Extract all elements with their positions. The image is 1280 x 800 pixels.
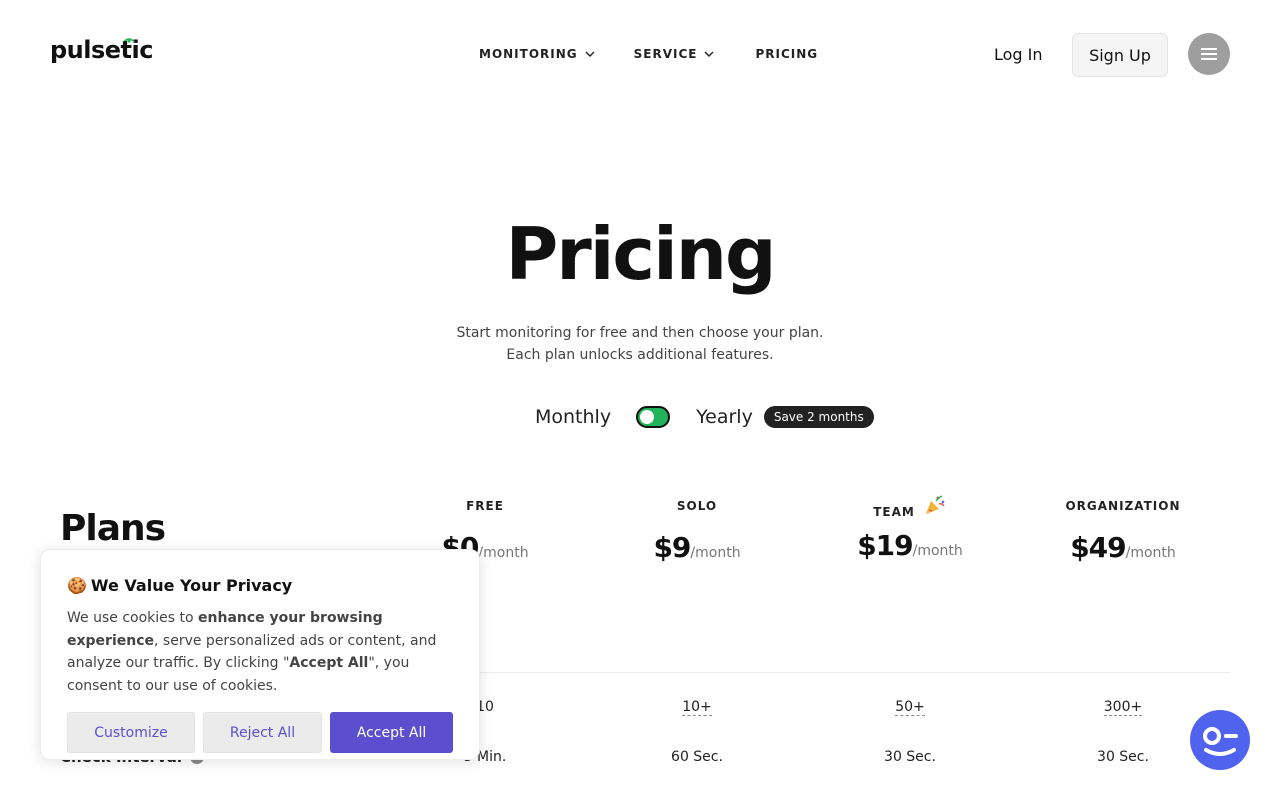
plan-name-wrap: TEAM [810,495,1010,521]
reject-all-button[interactable]: Reject All [202,712,322,753]
price-amount: $49 [1070,531,1126,564]
price-period: /month [690,545,741,561]
plan-price: $9 /month [597,531,797,564]
page-subtitle: Start monitoring for free and then choos… [0,322,1280,366]
accept-all-button[interactable]: Accept All [330,712,453,753]
logo-text: pulsetic [50,36,153,64]
nav-pricing-label: PRICING [755,47,819,61]
logo[interactable]: pulsetic [50,36,153,64]
price-period: /month [478,545,529,561]
price-period: /month [1125,545,1176,561]
hamburger-icon [1201,48,1217,60]
yearly-label[interactable]: Yearly [696,406,753,428]
price-period: /month [912,543,963,559]
signup-button[interactable]: Sign Up [1072,33,1168,77]
main-nav: MONITORING SERVICE PRICING [479,47,818,61]
cookie-title: 🍪 We Value Your Privacy [67,576,453,595]
plan-name: FREE [466,499,504,513]
monitors-value: 10+ [682,699,712,716]
chat-support-button[interactable] [1190,710,1250,770]
monitors-value: 300+ [1103,699,1143,716]
monitors-solo[interactable]: 10+ [597,699,797,716]
cookie-text-bold: Accept All [289,655,369,671]
price-amount: $9 [653,531,691,564]
billing-toggle[interactable] [636,406,671,428]
plan-name: SOLO [676,499,718,513]
cookie-text-part: We use cookies to [67,610,199,626]
plan-price: $19 /month [810,529,1010,562]
plans-heading: Plans [60,508,166,549]
nav-monitoring-label: MONITORING [479,47,578,61]
menu-button[interactable] [1188,33,1230,75]
plan-team: TEAM $19 /month [810,495,1010,562]
login-link[interactable]: Log In [994,45,1043,64]
monitors-value: 50+ [895,699,925,716]
chevron-down-icon [704,51,714,57]
plan-price: $49 /month [1023,531,1223,564]
customize-button[interactable]: Customize [67,712,195,753]
party-popper-icon [925,495,945,514]
billing-switch: Monthly Yearly Save 2 months [535,406,874,428]
nav-service-label: SERVICE [633,47,698,61]
monthly-label[interactable]: Monthly [535,406,611,428]
chevron-down-icon [585,51,595,57]
subtitle-line-2: Each plan unlocks additional features. [506,347,774,363]
monitors-team[interactable]: 50+ [810,699,1010,716]
nav-monitoring[interactable]: MONITORING [479,47,596,61]
cookie-title-text: We Value Your Privacy [90,576,293,595]
toggle-knob [640,410,655,424]
nav-pricing[interactable]: PRICING [755,47,818,61]
plan-organization: ORGANIZATION $49 /month [1023,497,1223,564]
chat-support-icon [1203,727,1238,756]
interval-solo: 60 Sec. [671,749,723,765]
cookie-banner: 🍪 We Value Your Privacy We use cookies t… [40,549,480,760]
monitors-organization[interactable]: 300+ [1023,699,1223,716]
subtitle-line-1: Start monitoring for free and then choos… [456,325,824,341]
interval-team: 30 Sec. [884,749,936,765]
price-amount: $19 [857,529,913,562]
save-badge: Save 2 months [763,406,874,428]
pulse-signal-icon [122,38,136,43]
plan-solo: SOLO $9 /month [597,497,797,564]
cookie-actions: Customize Reject All Accept All [67,712,453,753]
cookie-icon: 🍪 [67,576,87,595]
cookie-text: We use cookies to enhance your browsing … [67,607,453,697]
page-title: Pricing [505,212,776,296]
nav-service[interactable]: SERVICE [634,47,716,61]
plan-name: ORGANIZATION [1065,499,1181,513]
plan-name: TEAM [873,505,915,519]
